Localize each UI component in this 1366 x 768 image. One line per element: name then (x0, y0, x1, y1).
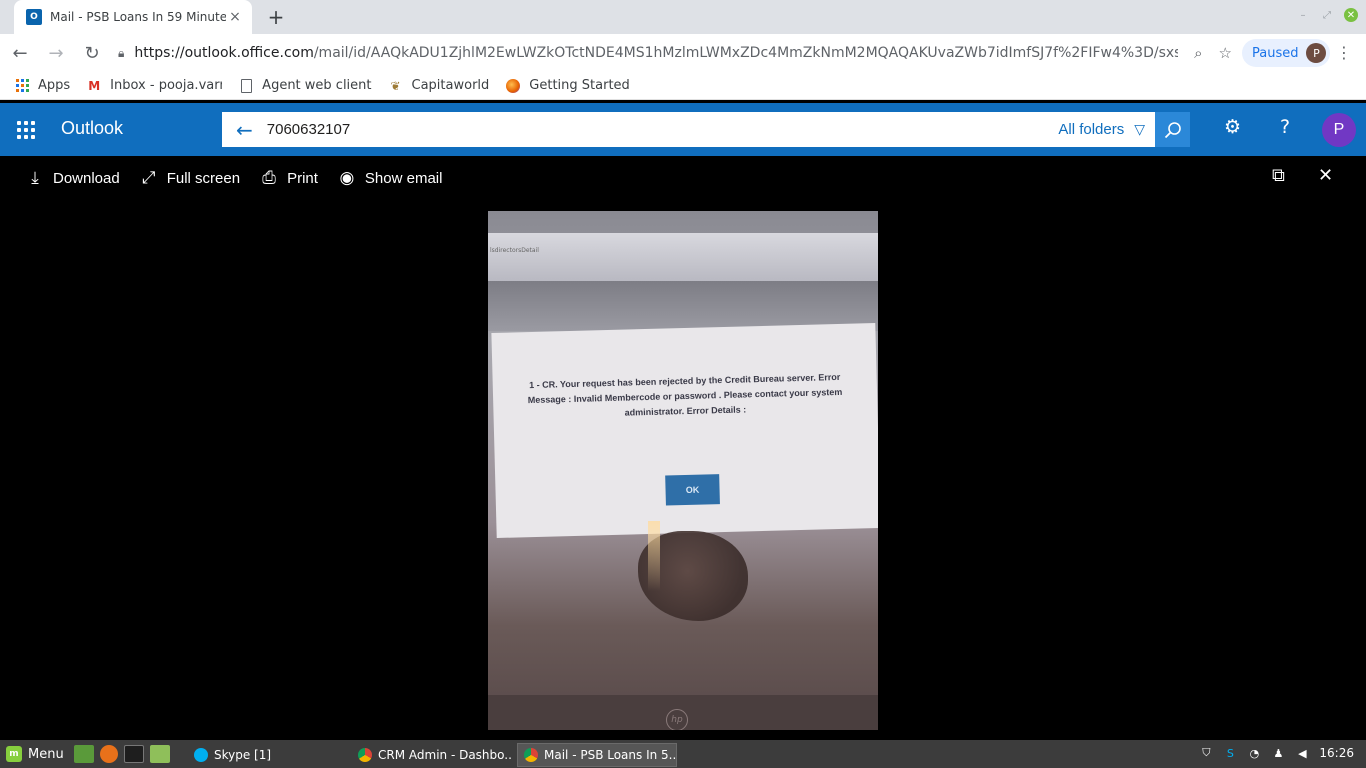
task-label: Skype [1] (214, 748, 272, 762)
url-text: https://outlook.office.com/mail/id/AAQkA… (134, 45, 1179, 61)
profile-avatar: P (1306, 43, 1327, 63)
apps-grid-icon (14, 78, 30, 94)
bookmark-apps[interactable]: Apps (14, 78, 70, 94)
maximize-icon[interactable]: ⤢ (1320, 8, 1334, 22)
photo-error-dialog: 1 - CR. Your request has been rejected b… (491, 323, 878, 538)
app-launcher-icon[interactable] (17, 121, 35, 139)
download-icon: ⤓ (31, 168, 39, 187)
bookmark-agent-web-client[interactable]: Agent web client (238, 78, 372, 94)
download-button[interactable]: ⤓ Download (26, 168, 120, 188)
attachment-image: lsdirectorsDetail 1 - CR. Your request h… (488, 211, 878, 730)
task-label: Mail - PSB Loans In 5... (544, 748, 677, 762)
profile-button[interactable]: Paused P (1242, 39, 1331, 67)
bookmark-capitaworld[interactable]: ❦ Capitaworld (388, 78, 490, 94)
bookmark-label: Agent web client (262, 78, 372, 93)
photo-glare (648, 521, 660, 591)
bookmark-label: Getting Started (529, 78, 630, 93)
full-screen-button[interactable]: ⤢ Full screen (140, 168, 240, 188)
firefox-icon (505, 78, 521, 94)
chrome-icon (358, 748, 372, 762)
hp-logo: hp (666, 709, 688, 730)
help-icon[interactable]: ? (1280, 116, 1290, 138)
bookmark-label: Inbox - pooja.varma (110, 78, 222, 93)
bookmarks-bar: Apps M Inbox - pooja.varma Agent web cli… (0, 72, 1366, 100)
desktop-launcher-icon[interactable] (73, 745, 94, 763)
search-input[interactable]: 7060632107 (267, 121, 1059, 138)
profile-status: Paused (1252, 45, 1299, 61)
filter-icon[interactable]: ▽ (1134, 122, 1145, 138)
close-viewer-icon[interactable]: ✕ (1318, 165, 1333, 186)
search-icon (1164, 121, 1181, 138)
zoom-icon[interactable]: ⌕ (1194, 44, 1202, 62)
bookmark-label: Apps (38, 78, 71, 93)
print-button[interactable]: ⎙ Print (260, 168, 318, 188)
window-controls: – ⤢ ✕ (1296, 8, 1358, 22)
files-launcher-icon[interactable] (149, 745, 170, 763)
show-email-button[interactable]: ◉ Show email (338, 168, 443, 188)
bookmark-star-icon[interactable]: ☆ (1219, 44, 1232, 62)
full-screen-label: Full screen (166, 169, 241, 187)
skype-icon (194, 748, 208, 762)
ok-button: OK (665, 474, 720, 506)
outlook-brand[interactable]: Outlook (61, 118, 123, 139)
terminal-launcher-icon[interactable] (123, 745, 144, 763)
gmail-icon: M (88, 78, 101, 93)
mint-logo-icon: m (6, 746, 22, 762)
expand-icon: ⤢ (141, 168, 156, 187)
skype-tray-icon[interactable]: S (1223, 746, 1237, 760)
volume-icon[interactable]: ◀ (1295, 746, 1309, 760)
error-message: 1 - CR. Your request has been rejected b… (527, 371, 843, 418)
shield-icon[interactable]: ⛉ (1199, 746, 1213, 760)
user-avatar[interactable]: P (1322, 113, 1356, 147)
task-crm-admin[interactable]: CRM Admin - Dashbo... (352, 743, 512, 767)
pop-out-icon[interactable]: ⧉ (1272, 165, 1285, 186)
menu-label: Menu (28, 746, 64, 762)
download-label: Download (53, 169, 120, 187)
search-button[interactable] (1155, 112, 1190, 147)
system-tray: ⛉ S ◔ ♟ ◀ 16:26 (1199, 746, 1354, 760)
search-box[interactable]: ← 7060632107 All folders ▽ (222, 112, 1155, 147)
photo-window-caption: lsdirectorsDetail (490, 247, 539, 254)
settings-gear-icon[interactable]: ⚙︎ (1224, 116, 1241, 138)
browser-toolbar: ← → ↻ 🔒︎ https://outlook.office.com/mail… (0, 34, 1366, 72)
task-label: CRM Admin - Dashbo... (378, 748, 512, 762)
close-window-icon[interactable]: ✕ (1344, 8, 1358, 22)
tab-title: Mail - PSB Loans In 59 Minutes (50, 10, 226, 24)
document-icon (238, 78, 254, 94)
lock-icon: 🔒︎ (118, 45, 125, 60)
task-mail[interactable]: Mail - PSB Loans In 5... (517, 743, 677, 767)
forward-arrow-icon[interactable]: → (40, 37, 72, 69)
photo-window-strip (488, 233, 878, 281)
notification-icon[interactable]: ♟ (1271, 746, 1285, 760)
browser-tab-strip: O Mail - PSB Loans In 59 Minutes × + – ⤢… (0, 0, 1366, 34)
bookmark-label: Capitaworld (411, 78, 490, 93)
browser-tab-outlook[interactable]: O Mail - PSB Loans In 59 Minutes × (14, 0, 252, 34)
tab-close-icon[interactable]: × (226, 9, 244, 25)
new-tab-button[interactable]: + (264, 5, 288, 29)
bookmark-getting-started[interactable]: Getting Started (505, 78, 630, 94)
printer-icon: ⎙ (262, 168, 276, 187)
capitaworld-icon: ❦ (390, 78, 401, 93)
eye-icon: ◉ (339, 168, 355, 187)
search-back-arrow-icon[interactable]: ← (236, 118, 253, 142)
print-label: Print (287, 169, 318, 187)
outlook-favicon-icon: O (26, 9, 42, 25)
attachment-viewer-toolbar: ⤓ Download ⤢ Full screen ⎙ Print ◉ Show … (0, 156, 1366, 200)
task-skype[interactable]: Skype [1] (188, 743, 348, 767)
clock[interactable]: 16:26 (1319, 746, 1354, 760)
network-icon[interactable]: ◔ (1247, 746, 1261, 760)
chrome-icon (524, 748, 538, 762)
search-scope-dropdown[interactable]: All folders (1058, 121, 1124, 138)
minimize-icon[interactable]: – (1296, 8, 1310, 22)
firefox-launcher-icon[interactable] (99, 745, 118, 763)
outlook-header: Outlook ← 7060632107 All folders ▽ (0, 103, 1366, 156)
back-arrow-icon[interactable]: ← (4, 37, 36, 69)
reload-icon[interactable]: ↻ (76, 37, 108, 69)
bookmark-inbox[interactable]: M Inbox - pooja.varma (86, 78, 222, 94)
browser-menu-icon[interactable]: ⋮ (1336, 43, 1352, 62)
address-bar[interactable]: 🔒︎ https://outlook.office.com/mail/id/AA… (110, 38, 1232, 68)
start-menu-button[interactable]: m Menu (6, 746, 64, 762)
show-email-label: Show email (364, 169, 443, 187)
